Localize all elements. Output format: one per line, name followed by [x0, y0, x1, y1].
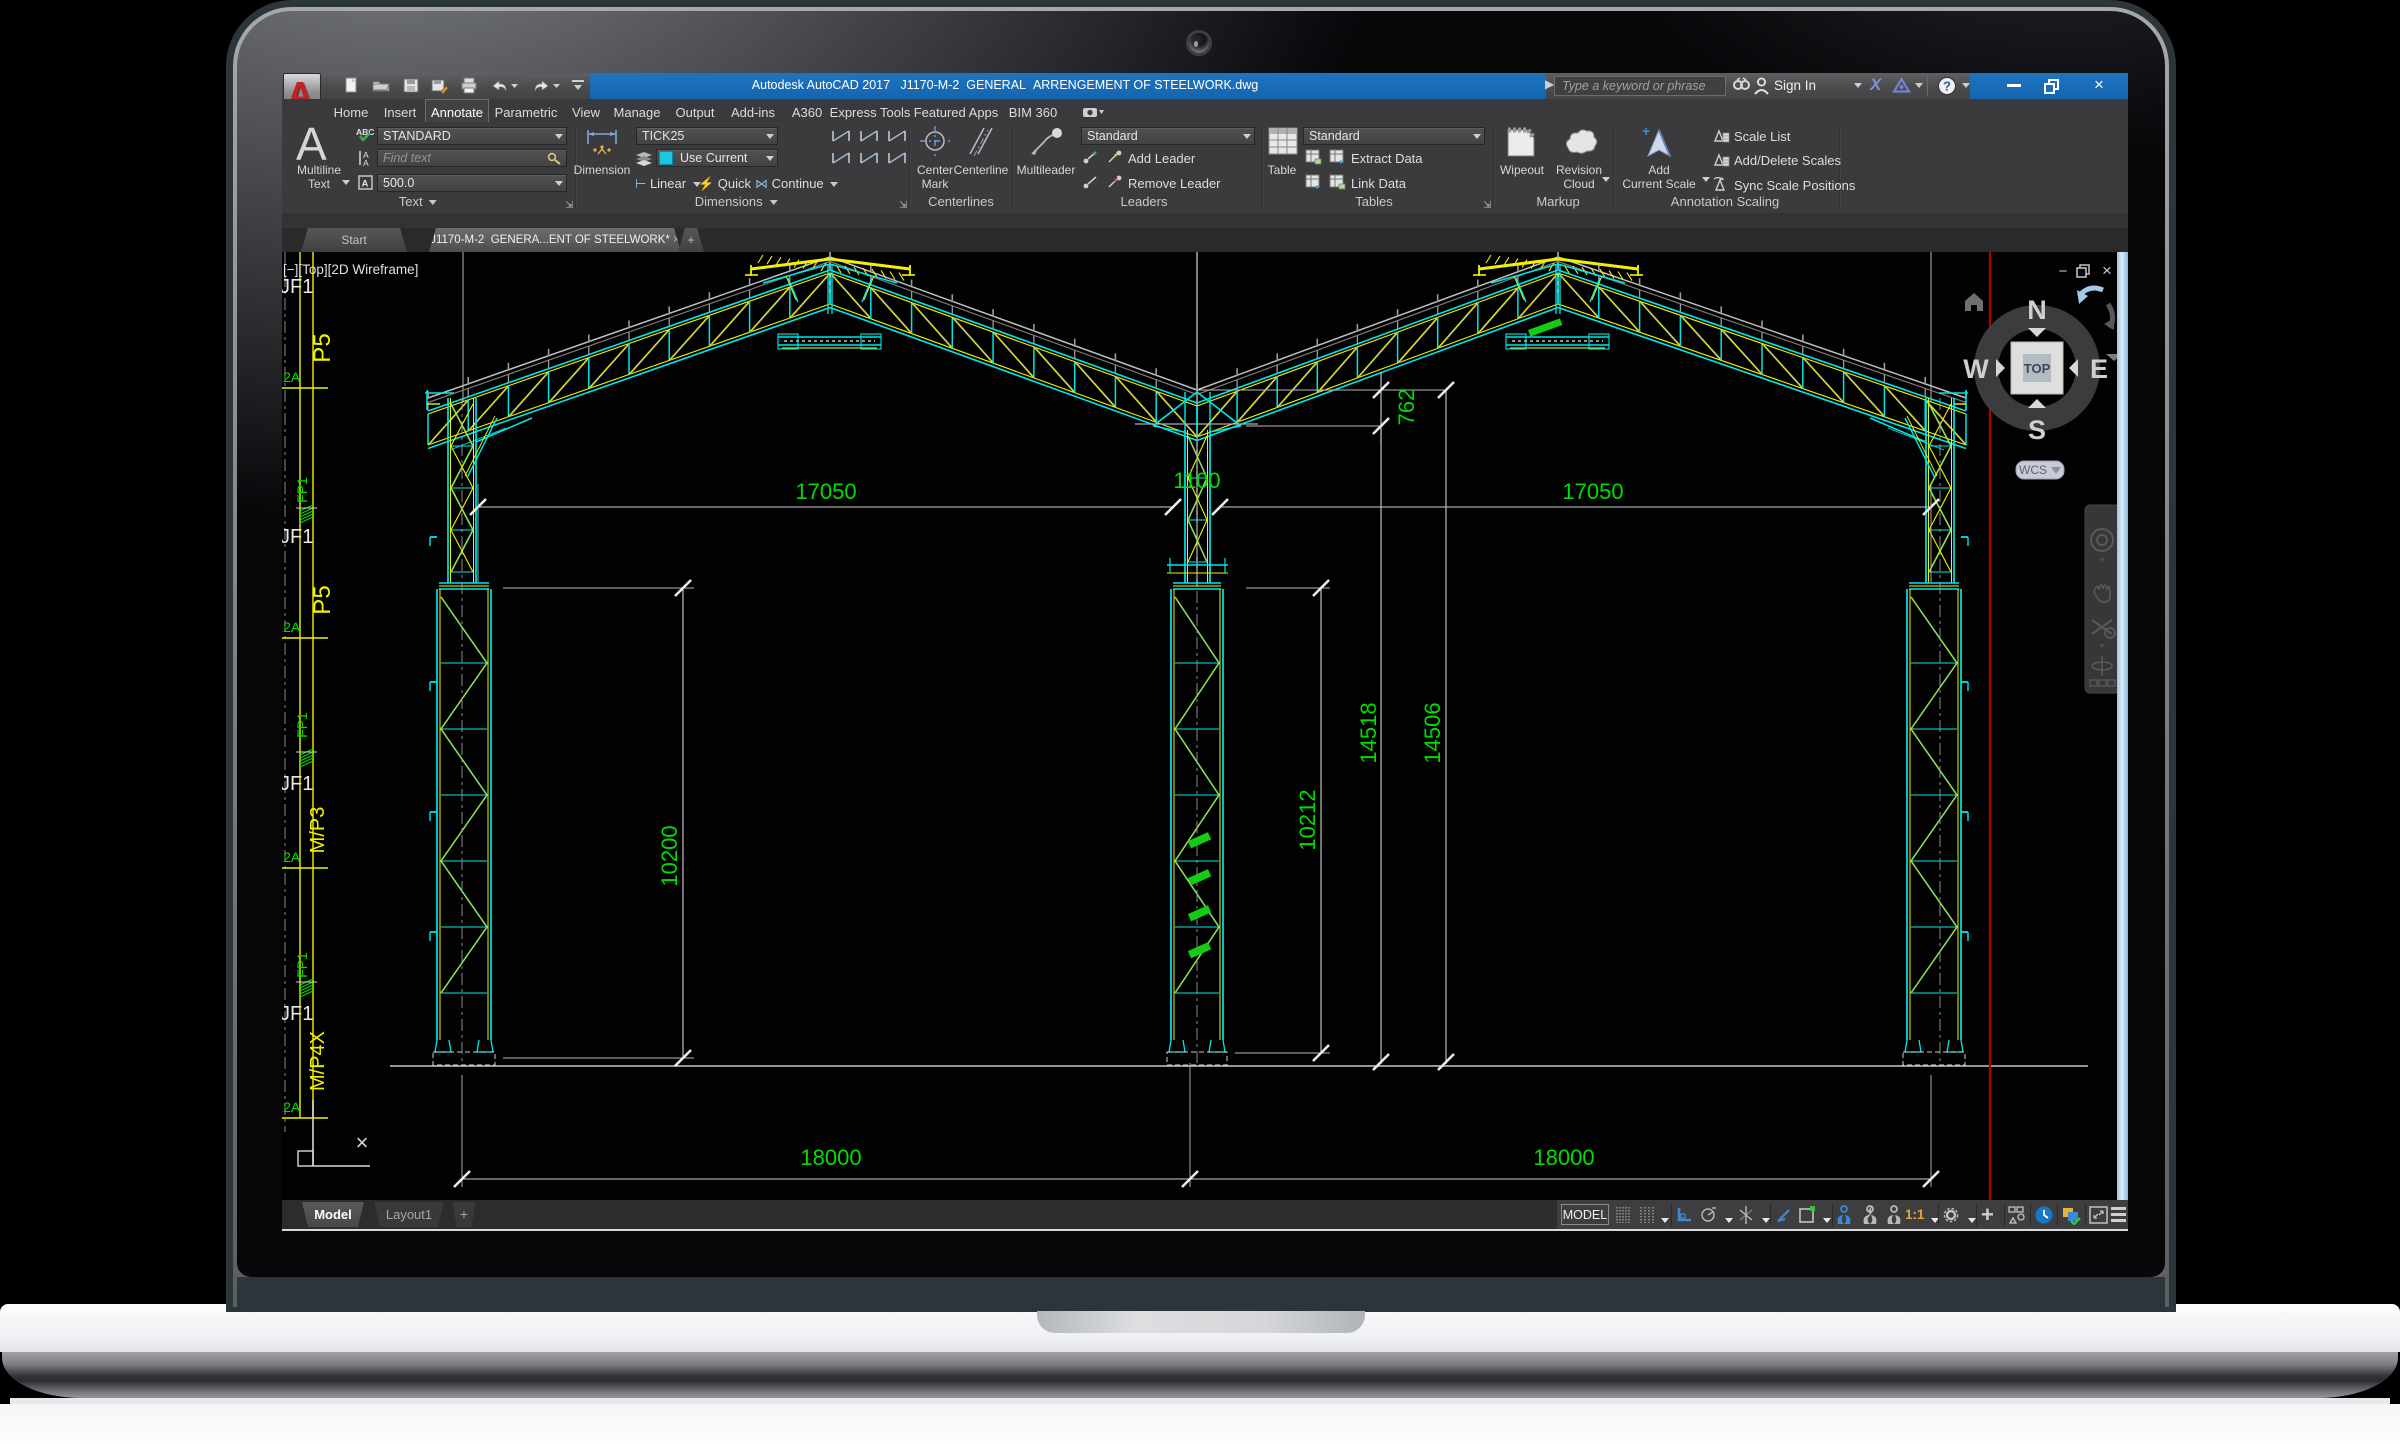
svg-text:R2A: R2A: [282, 849, 301, 865]
svg-text:R2A: R2A: [282, 619, 301, 635]
svg-text:W: W: [1963, 354, 1989, 384]
svg-text:JF1: JF1: [282, 1003, 313, 1025]
svg-text:ABC: ABC: [356, 127, 374, 137]
svg-text:WCS: WCS: [2019, 463, 2047, 477]
svg-text:×: ×: [2102, 261, 2112, 280]
svg-text:14506: 14506: [1420, 702, 1445, 763]
svg-text:R2A: R2A: [282, 1099, 301, 1115]
svg-text:18000: 18000: [800, 1145, 861, 1170]
svg-text:17050: 17050: [795, 479, 856, 504]
svg-text:A: A: [363, 158, 369, 167]
svg-text:FP1: FP1: [294, 952, 310, 978]
svg-text:14518: 14518: [1356, 702, 1381, 763]
svg-text:×: ×: [1113, 175, 1118, 185]
svg-text:17050: 17050: [1562, 479, 1623, 504]
svg-text:JF1: JF1: [282, 773, 313, 795]
svg-text:1100: 1100: [1173, 468, 1220, 493]
svg-text:M/P4X: M/P4X: [307, 1031, 329, 1091]
svg-text:R2A: R2A: [282, 369, 301, 385]
svg-text:[−][Top][2D Wireframe]: [−][Top][2D Wireframe]: [283, 262, 418, 277]
svg-text:TOP: TOP: [2024, 361, 2051, 376]
svg-text:10200: 10200: [657, 825, 682, 886]
svg-text:P5: P5: [309, 585, 336, 614]
svg-text:+: +: [1642, 124, 1650, 139]
svg-text:A: A: [362, 179, 369, 190]
svg-text:S: S: [2028, 415, 2046, 445]
svg-text:762: 762: [1394, 389, 1419, 426]
svg-text:FP1: FP1: [294, 477, 310, 503]
svg-text:N: N: [2027, 295, 2047, 325]
svg-text:FP1: FP1: [294, 712, 310, 738]
svg-text:−: −: [2059, 263, 2068, 280]
svg-text:10212: 10212: [1295, 789, 1320, 850]
svg-text:M/P3: M/P3: [307, 807, 329, 854]
svg-text:+: +: [1114, 150, 1119, 159]
svg-text:E: E: [2090, 354, 2108, 384]
svg-text:P5: P5: [309, 333, 336, 362]
svg-text:18000: 18000: [1533, 1145, 1594, 1170]
svg-text:?: ?: [1943, 79, 1951, 94]
svg-text:JF1: JF1: [282, 526, 313, 548]
svg-text:JF1: JF1: [282, 276, 313, 298]
svg-text:×: ×: [356, 1130, 369, 1155]
